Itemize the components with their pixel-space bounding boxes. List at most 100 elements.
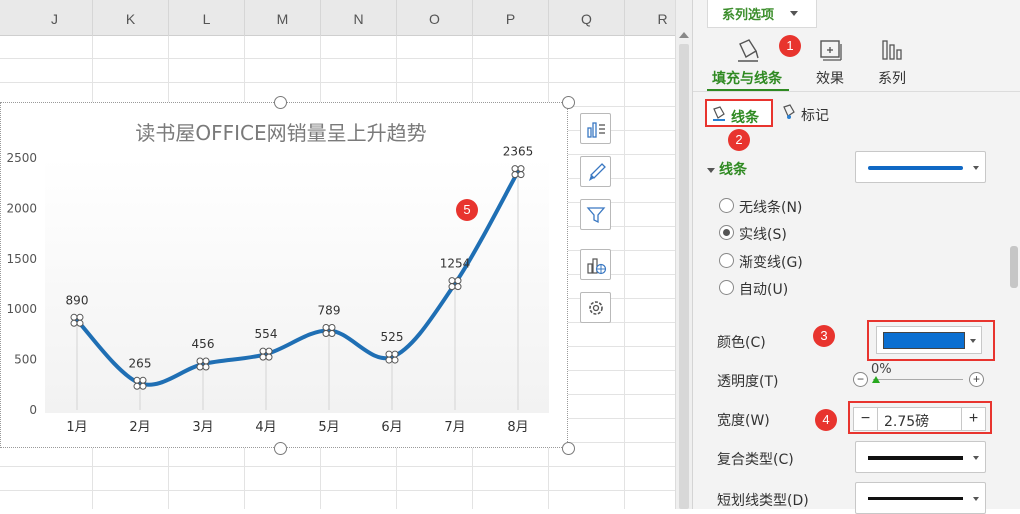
x-tick-label: 6月 [381, 420, 402, 435]
point-handle [511, 171, 519, 179]
chart-style-icon [589, 163, 606, 181]
step-badge-2: 2 [728, 129, 750, 151]
x-tick-label: 8月 [507, 420, 528, 435]
line-section-label: 线条 [719, 162, 747, 178]
point-handle [391, 350, 399, 358]
resize-handle-top[interactable] [274, 96, 287, 109]
column-header-j[interactable]: J [17, 0, 93, 36]
point-handle [76, 313, 84, 321]
radio-circle [719, 253, 734, 268]
tab-series[interactable]: 系列 [852, 36, 932, 92]
step-badge-5: 5 [456, 199, 478, 221]
width-decrease-button[interactable]: − [854, 408, 878, 430]
point-handle [385, 350, 393, 358]
chevron-down-icon [973, 456, 979, 460]
column-header-n[interactable]: N [321, 0, 397, 36]
x-tick-label: 7月 [444, 420, 465, 435]
radio-label: 实线(S) [739, 227, 787, 243]
point-handle [139, 376, 147, 384]
spreadsheet-area[interactable]: JKLMNOPQR 读书屋OFFICE网销量呈上升趋势 0 500 1000 1500… [0, 0, 675, 509]
tab-fill-and-line[interactable]: 填充与线条 [707, 36, 787, 92]
grid-hline [0, 466, 675, 467]
point-handle [70, 313, 78, 321]
column-header-m[interactable]: M [245, 0, 321, 36]
transparency-slider-thumb[interactable] [872, 376, 880, 383]
chart-filter-button[interactable] [580, 199, 611, 230]
width-stepper[interactable]: − 2.75磅 + [853, 407, 986, 431]
point-handle [133, 376, 141, 384]
x-tick-label: 3月 [192, 420, 213, 435]
point-handle [517, 171, 525, 179]
chart-style-button[interactable] [580, 156, 611, 187]
point-handle [265, 347, 273, 355]
sheet-vertical-scrollbar[interactable] [675, 0, 692, 509]
subtab-marker[interactable]: 标记 [777, 99, 847, 127]
subtab-line-label: 线条 [731, 110, 759, 126]
point-handle [322, 329, 330, 337]
point-handle [196, 363, 204, 371]
point-handle [385, 356, 393, 364]
line-paint-icon [713, 106, 725, 121]
transparency-slider-track[interactable] [873, 379, 963, 380]
column-header-q[interactable]: Q [549, 0, 625, 36]
tab-series-label: 系列 [878, 71, 906, 87]
line-sample [868, 166, 963, 170]
transparency-decrease-button[interactable]: − [853, 372, 868, 387]
transparency-value: 0% [871, 362, 892, 377]
scroll-thumb[interactable] [679, 44, 689, 509]
subtab-marker-label: 标记 [801, 108, 829, 124]
radio-circle [719, 280, 734, 295]
point-handle [202, 363, 210, 371]
column-header-p[interactable]: P [473, 0, 549, 36]
point-handle [517, 165, 525, 173]
width-increase-button[interactable]: + [961, 408, 985, 430]
point-handle [448, 277, 456, 285]
chart-elements-button[interactable] [580, 113, 611, 144]
chart-elements-icon [587, 122, 605, 138]
dash-type-dropdown[interactable] [855, 482, 986, 514]
chart-settings-button[interactable] [580, 292, 611, 323]
point-handle [448, 283, 456, 291]
y-tick-label: 500 [14, 353, 37, 367]
panel-divider [693, 91, 1020, 92]
compound-type-dropdown[interactable] [855, 441, 986, 473]
column-header-k[interactable]: K [93, 0, 169, 36]
point-handle [391, 356, 399, 364]
resize-handle-top-right[interactable] [562, 96, 575, 109]
subtab-line[interactable]: 线条 [705, 99, 773, 127]
grid-hline [0, 490, 675, 491]
tab-fill-and-line-label: 填充与线条 [712, 71, 782, 87]
resize-handle-bottom-right[interactable] [562, 442, 575, 455]
line-section-title[interactable]: 线条 [707, 159, 747, 179]
panel-scroll-thumb[interactable] [1010, 246, 1018, 288]
radio-label: 自动(U) [739, 282, 789, 298]
radio-circle-selected [719, 225, 734, 240]
scroll-up-arrow-icon[interactable] [679, 32, 689, 38]
color-picker-dropdown[interactable] [876, 326, 982, 354]
point-handle [328, 323, 336, 331]
radio-circle [719, 198, 734, 213]
column-header-l[interactable]: L [169, 0, 245, 36]
chart-svg: 0 500 1000 1500 2000 2500 1月 2月 3月 4月 5月 6月 7月 8月 890 2… [6, 145, 533, 435]
chart-online-icon [587, 258, 607, 275]
column-header-r[interactable]: R [625, 0, 675, 36]
collapse-triangle-icon [707, 167, 715, 173]
point-handle [322, 323, 330, 331]
chevron-down-icon [973, 166, 979, 170]
x-tick-label: 2月 [129, 420, 150, 435]
color-swatch [883, 332, 965, 349]
chart-online-button[interactable] [580, 249, 611, 280]
chart-object[interactable]: 读书屋OFFICE网销量呈上升趋势 0 500 1000 1500 2000 2500 1月… [0, 96, 575, 455]
line-style-dropdown[interactable] [855, 151, 986, 183]
point-handle [454, 277, 462, 285]
format-task-pane: 系列选项 填充与线条 效果 系列 1 线条 标记 2 线条 无线条(N) 实线(… [692, 0, 1020, 514]
series-options-icon [882, 40, 902, 60]
step-badge-3: 3 [813, 325, 835, 347]
column-header-o[interactable]: O [397, 0, 473, 36]
transparency-increase-button[interactable]: + [969, 372, 984, 387]
y-tick-label: 1000 [6, 302, 37, 316]
width-value[interactable]: 2.75磅 [884, 411, 929, 431]
resize-handle-bottom[interactable] [274, 442, 287, 455]
transparency-label: 透明度(T) [717, 374, 779, 390]
series-options-dropdown[interactable]: 系列选项 [707, 0, 817, 28]
